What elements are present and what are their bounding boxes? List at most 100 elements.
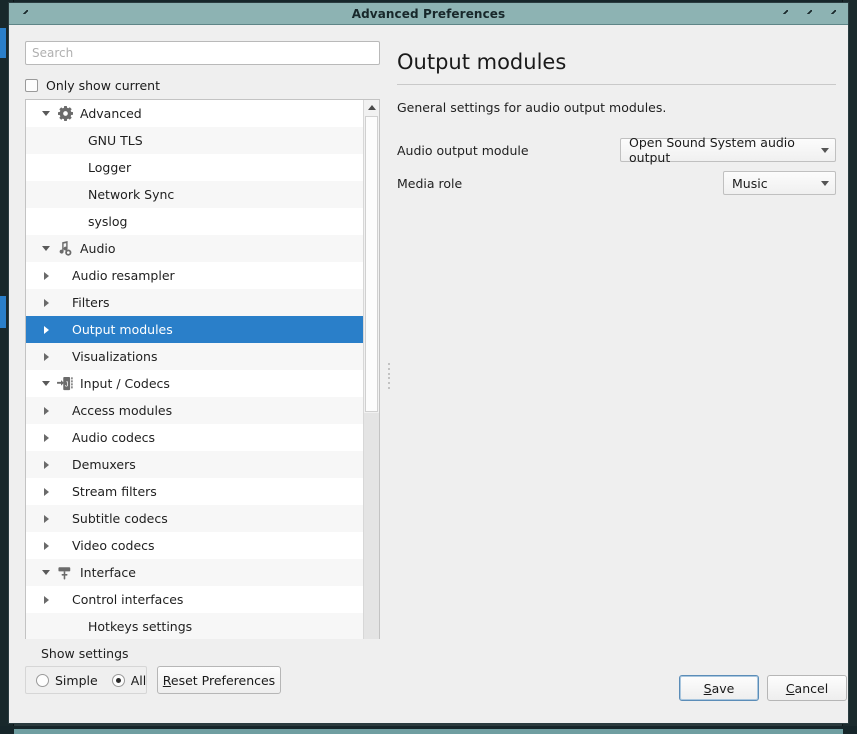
- tree-item-subtitle-codecs[interactable]: Subtitle codecs: [26, 505, 363, 532]
- reset-mnemonic: R: [163, 673, 171, 688]
- tree-item-network-sync[interactable]: Network Sync: [26, 181, 363, 208]
- media-role-value: Music: [732, 176, 768, 191]
- tree-item-control-interfaces[interactable]: Control interfaces: [26, 586, 363, 613]
- scrollbar-track[interactable]: [364, 413, 379, 642]
- only-show-current-checkbox[interactable]: [25, 79, 38, 92]
- minimize-icon[interactable]: [783, 10, 788, 14]
- page-description: General settings for audio output module…: [397, 100, 836, 115]
- tree-item-label: Interface: [76, 565, 136, 580]
- radio-all[interactable]: All: [112, 673, 147, 688]
- chevron-down-icon[interactable]: [38, 570, 54, 575]
- radio-simple-label: Simple: [55, 673, 98, 688]
- reset-label: eset Preferences: [171, 673, 275, 688]
- footer-bar: Show settings Simple All Reset Preferenc…: [9, 639, 848, 723]
- chevron-right-icon[interactable]: [38, 326, 54, 334]
- search-input[interactable]: [25, 41, 380, 65]
- tree-item-visualizations[interactable]: Visualizations: [26, 343, 363, 370]
- paint-roller-icon: [54, 565, 76, 580]
- svg-text:J: J: [64, 380, 68, 389]
- show-settings-radio-group: Simple All: [25, 666, 147, 694]
- tree-item-audio-codecs[interactable]: Audio codecs: [26, 424, 363, 451]
- radio-simple-indicator[interactable]: [36, 674, 49, 687]
- show-settings-label: Show settings: [41, 646, 129, 661]
- tree-item-label: Output modules: [54, 322, 173, 337]
- tree-item-video-codecs[interactable]: Video codecs: [26, 532, 363, 559]
- close-icon[interactable]: [831, 10, 836, 14]
- cancel-label: ancel: [795, 681, 829, 696]
- cancel-button[interactable]: Cancel: [767, 675, 847, 701]
- tree-item-demuxers[interactable]: Demuxers: [26, 451, 363, 478]
- chevron-right-icon[interactable]: [38, 353, 54, 361]
- chevron-right-icon[interactable]: [38, 299, 54, 307]
- background-accent-bar: [0, 28, 6, 58]
- scrollbar-thumb[interactable]: [365, 116, 378, 412]
- tree-item-label: Input / Codecs: [76, 376, 170, 391]
- radio-all-indicator[interactable]: [112, 674, 125, 687]
- tree-item-gnu-tls[interactable]: GNU TLS: [26, 127, 363, 154]
- tree-item-interface[interactable]: Interface: [26, 559, 363, 586]
- dialog-body: Only show current Advanced GNU TLS Logger N…: [9, 25, 848, 723]
- audio-gear-icon: [54, 241, 76, 257]
- save-label: ave: [712, 681, 735, 696]
- only-show-current-label: Only show current: [46, 78, 160, 93]
- media-role-select[interactable]: Music: [723, 171, 836, 195]
- tree-item-filters[interactable]: Filters: [26, 289, 363, 316]
- cancel-mnemonic: C: [786, 681, 795, 696]
- chevron-down-icon[interactable]: [38, 381, 54, 386]
- tree-item-output-modules[interactable]: Output modules: [26, 316, 363, 343]
- chevron-right-icon[interactable]: [38, 407, 54, 415]
- chevron-right-icon[interactable]: [38, 596, 54, 604]
- tree-item-label: Audio resampler: [54, 268, 175, 283]
- chevron-right-icon[interactable]: [38, 461, 54, 469]
- tree-item-label: Advanced: [76, 106, 142, 121]
- tree-item-logger[interactable]: Logger: [26, 154, 363, 181]
- save-mnemonic: S: [704, 681, 712, 696]
- tree-item-hotkeys-settings[interactable]: Hotkeys settings: [26, 613, 363, 640]
- panel-splitter-handle[interactable]: [385, 363, 392, 389]
- tree-item-label: Network Sync: [54, 187, 174, 202]
- save-button[interactable]: Save: [679, 675, 759, 701]
- tree-item-label: Visualizations: [54, 349, 157, 364]
- tree-item-label: Stream filters: [54, 484, 157, 499]
- chevron-right-icon[interactable]: [38, 434, 54, 442]
- tree-scrollbar[interactable]: [363, 100, 379, 657]
- advanced-preferences-dialog: Advanced Preferences Only show current A…: [8, 2, 849, 724]
- tree-item-label: Control interfaces: [54, 592, 183, 607]
- only-show-current-row[interactable]: Only show current: [25, 77, 380, 93]
- settings-tree-list[interactable]: AdvancedGNU TLSLoggerNetwork SyncsyslogA…: [26, 100, 363, 657]
- title-divider: [397, 84, 836, 85]
- chevron-down-icon: [821, 148, 829, 153]
- chevron-down-icon[interactable]: [38, 111, 54, 116]
- window-menu-icon[interactable]: [23, 10, 28, 14]
- chevron-down-icon: [821, 181, 829, 186]
- title-bar[interactable]: Advanced Preferences: [9, 3, 848, 25]
- chevron-down-icon[interactable]: [38, 246, 54, 251]
- tree-item-stream-filters[interactable]: Stream filters: [26, 478, 363, 505]
- tree-item-syslog[interactable]: syslog: [26, 208, 363, 235]
- tree-item-label: Demuxers: [54, 457, 136, 472]
- page-title: Output modules: [397, 41, 836, 84]
- radio-all-label: All: [131, 673, 147, 688]
- chevron-right-icon[interactable]: [38, 515, 54, 523]
- tree-item-input-codecs[interactable]: J Input / Codecs: [26, 370, 363, 397]
- tree-item-advanced[interactable]: Advanced: [26, 100, 363, 127]
- tree-item-label: Logger: [54, 160, 131, 175]
- input-codecs-icon: J: [54, 376, 76, 391]
- reset-preferences-button[interactable]: Reset Preferences: [157, 666, 281, 694]
- audio-output-module-select[interactable]: Open Sound System audio output: [620, 138, 836, 162]
- maximize-icon[interactable]: [807, 10, 812, 14]
- chevron-right-icon[interactable]: [38, 488, 54, 496]
- chevron-right-icon[interactable]: [38, 542, 54, 550]
- chevron-right-icon[interactable]: [38, 272, 54, 280]
- audio-output-module-value: Open Sound System audio output: [629, 135, 813, 165]
- tree-item-label: Filters: [54, 295, 109, 310]
- scroll-up-arrow-icon[interactable]: [364, 100, 379, 115]
- window-title: Advanced Preferences: [352, 7, 506, 21]
- right-panel: Output modules General settings for audi…: [397, 41, 836, 203]
- tree-item-access-modules[interactable]: Access modules: [26, 397, 363, 424]
- background-accent-bar-2: [0, 296, 6, 328]
- tree-item-label: Audio codecs: [54, 430, 155, 445]
- tree-item-audio[interactable]: Audio: [26, 235, 363, 262]
- radio-simple[interactable]: Simple: [36, 673, 98, 688]
- tree-item-audio-resampler[interactable]: Audio resampler: [26, 262, 363, 289]
